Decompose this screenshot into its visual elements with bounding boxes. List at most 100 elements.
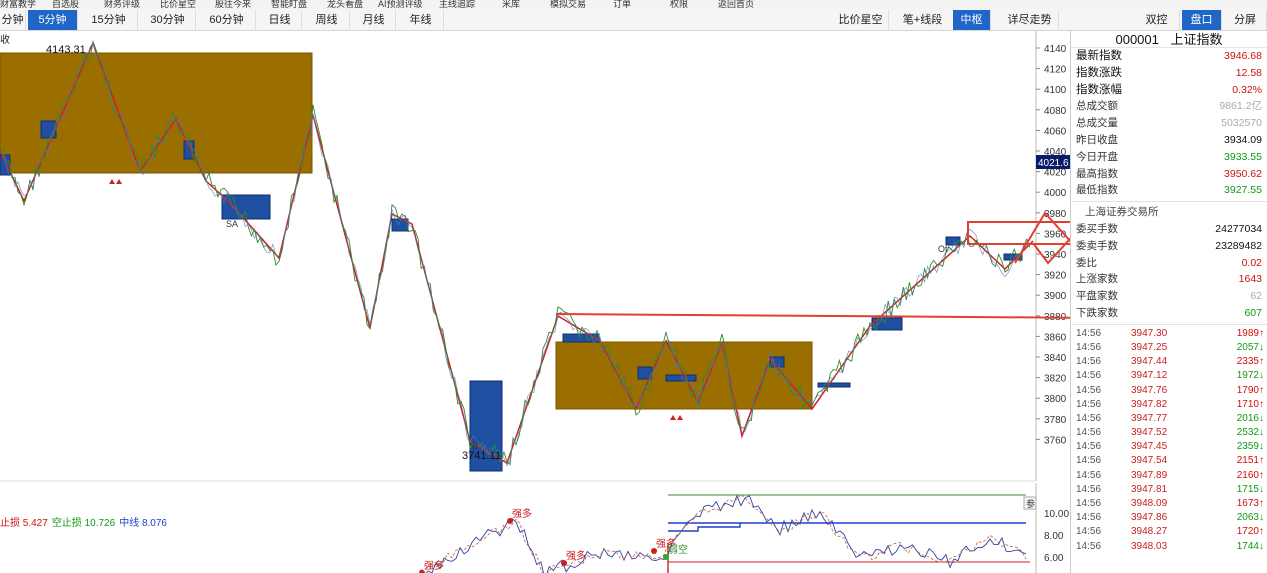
top-menu-bar: 财富教学 自选股 财务评级 比价星空 股往今来 智能盯盘 龙头看盘 AI预测评级 主线追踪 米库 模…: [0, 0, 1267, 9]
legend-item-0: 止损 5.427: [0, 518, 48, 529]
tick-price: 3947.30: [1131, 327, 1168, 339]
quote-row: 最低指数 3927.55: [1071, 182, 1267, 199]
tick-price: 3947.82: [1131, 398, 1168, 410]
tick-row: 14:56 3947.89 2160↑: [1071, 469, 1267, 483]
period-tab-3[interactable]: 30分钟: [140, 10, 196, 30]
tick-time: 14:56: [1076, 526, 1102, 538]
order-value: 24277034: [1215, 222, 1262, 235]
tick-row: 14:56 3947.12 1972↓: [1071, 369, 1267, 383]
top-menu-item-6[interactable]: 龙头看盘: [327, 0, 363, 9]
tool-tab-0[interactable]: 比价星空: [833, 10, 889, 30]
order-row: 下跌家数 607: [1071, 305, 1267, 322]
chart-toolbar: 分钟 5分钟 15分钟 30分钟 60分钟 日线 周线 月线 年线 比价星空 笔+线段 中枢 详尽走势 双…: [0, 9, 1267, 31]
tick-row: 14:56 3947.54 2151↑: [1071, 454, 1267, 468]
high-price-label: 4143.31: [46, 44, 86, 56]
top-menu-item-12[interactable]: 权限: [670, 0, 688, 9]
order-row: 委买手数 24277034: [1071, 221, 1267, 238]
period-tab-5[interactable]: 日线: [258, 10, 302, 30]
tick-row: 14:56 3947.81 1715↓: [1071, 483, 1267, 497]
top-menu-item-0[interactable]: 财富教学: [0, 0, 36, 9]
tick-price: 3947.81: [1131, 483, 1168, 495]
price-tick-label: 3920: [1044, 271, 1067, 282]
tick-list[interactable]: 14:56 3947.30 1989↑ 14:56 3947.25 2057↓ 14:56 3…: [1071, 327, 1267, 554]
top-menu-item-1[interactable]: 自选股: [52, 0, 79, 9]
period-tab-1[interactable]: 5分钟: [28, 10, 78, 30]
order-label: 下跌家数: [1076, 306, 1118, 319]
period-tab-7[interactable]: 月线: [352, 10, 396, 30]
tick-price: 3947.25: [1131, 341, 1168, 353]
tick-time: 14:56: [1076, 356, 1102, 368]
top-menu-item-9[interactable]: 米库: [502, 0, 520, 9]
tick-row: 14:56 3947.77 2016↓: [1071, 412, 1267, 426]
top-menu-item-7[interactable]: AI预测评级: [378, 0, 423, 9]
quote-row: 昨日收盘 3934.09: [1071, 132, 1267, 149]
price-tick-label: 4120: [1044, 65, 1067, 76]
panel-tab-0[interactable]: 双控: [1134, 10, 1180, 30]
quote-value: 0.32%: [1232, 83, 1262, 96]
tick-price: 3948.03: [1131, 540, 1168, 552]
top-menu-item-2[interactable]: 财务评级: [104, 0, 140, 9]
stock-title: 000001 上证指数: [1071, 32, 1267, 48]
legend-item-1: 空止损 10.726: [51, 518, 116, 529]
top-menu-item-5[interactable]: 智能盯盘: [271, 0, 307, 9]
order-label: 上涨家数: [1076, 273, 1118, 286]
top-menu-item-4[interactable]: 股往今来: [215, 0, 251, 9]
tick-time: 14:56: [1076, 483, 1102, 495]
kline-chart[interactable]: 4140412041004080406040404020400039803960…: [0, 31, 1070, 573]
top-menu-item-10[interactable]: 模拟交易: [550, 0, 586, 9]
horizontal-arrow-line: [555, 313, 1070, 319]
quote-row: 最新指数 3946.68: [1071, 48, 1267, 65]
tick-time: 14:56: [1076, 455, 1102, 467]
panel-tab-2[interactable]: 分屏: [1224, 10, 1267, 30]
period-tab-0[interactable]: 分钟: [0, 10, 26, 30]
tick-volume: 2532↓: [1236, 427, 1264, 439]
price-tick-label: 4080: [1044, 106, 1067, 117]
price-tick-label: 3800: [1044, 394, 1067, 405]
top-menu-item-13[interactable]: 返回首页: [718, 0, 754, 9]
quote-row: 总成交量 5032570: [1071, 115, 1267, 132]
mid-line-step: [668, 523, 741, 532]
order-row: 平盘家数 62: [1071, 288, 1267, 305]
indicator-tick-label: 8.00: [1044, 531, 1064, 542]
tick-price: 3948.09: [1131, 498, 1168, 509]
top-menu-item-8[interactable]: 主线追踪: [439, 0, 475, 9]
order-value: 607: [1244, 306, 1262, 319]
price-tick-label: 4020: [1044, 168, 1067, 179]
indicator-line-blue: [419, 494, 1027, 573]
tick-volume: 1710↑: [1236, 398, 1264, 410]
stock-code: 000001: [1115, 32, 1159, 47]
tick-row: 14:56 3947.45 2359↓: [1071, 440, 1267, 454]
tick-price: 3947.52: [1131, 427, 1168, 439]
exchange-label-row: 上海证券交易所: [1071, 204, 1267, 221]
price-tick-label: 3780: [1044, 415, 1067, 426]
quote-label: 最高指数: [1076, 167, 1118, 180]
signal-label: B: [472, 441, 478, 451]
indicator-signal-label: 强多: [566, 549, 586, 562]
stock-name: 上证指数: [1170, 32, 1223, 47]
period-tab-2[interactable]: 15分钟: [80, 10, 138, 30]
tool-tab-1[interactable]: 笔+线段: [889, 10, 957, 30]
tool-tab-3[interactable]: 详尽走势: [1001, 10, 1059, 30]
tick-time: 14:56: [1076, 540, 1102, 552]
tick-time: 14:56: [1076, 427, 1102, 439]
tick-row: 14:56 3947.82 1710↑: [1071, 398, 1267, 412]
tool-tab-2[interactable]: 中枢: [953, 10, 991, 30]
quote-list: 最新指数 3946.68 指数涨跌 12.58 指数涨幅 0.32% 总成交额 9861.2亿…: [1071, 48, 1267, 199]
tick-price: 3947.89: [1131, 469, 1168, 481]
quote-row: 总成交额 9861.2亿: [1071, 98, 1267, 115]
tick-time: 14:56: [1076, 441, 1102, 453]
kline-chart-area[interactable]: 4140 4120 4100 4080 4060 4040 4020 4000 3980 3960…: [0, 31, 1070, 573]
top-menu-item-3[interactable]: 比价星空: [160, 0, 196, 9]
tick-time: 14:56: [1076, 512, 1102, 524]
period-tab-6[interactable]: 周线: [304, 10, 350, 30]
period-tab-8[interactable]: 年线: [398, 10, 444, 30]
order-row: 上涨家数 1643: [1071, 271, 1267, 288]
quote-value: 3950.62: [1224, 167, 1262, 180]
bi-box: [817, 382, 851, 388]
quote-panel: 000001 上证指数 最新指数 3946.68 指数涨跌 12.58 指数涨幅 0.32…: [1070, 31, 1267, 573]
tick-volume: 1989↑: [1236, 327, 1264, 339]
top-menu-item-11[interactable]: 订单: [613, 0, 631, 9]
order-value: 23289482: [1215, 239, 1262, 252]
period-tab-4[interactable]: 60分钟: [198, 10, 256, 30]
panel-tab-1[interactable]: 盘口: [1182, 10, 1222, 30]
